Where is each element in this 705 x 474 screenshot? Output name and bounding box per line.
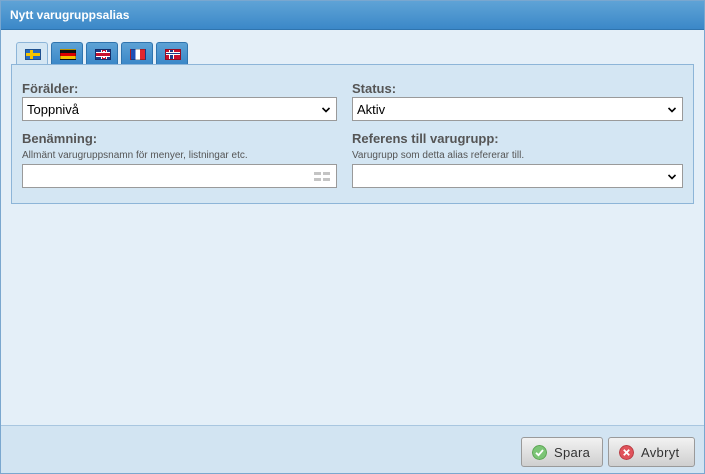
france-flag-icon	[130, 49, 146, 60]
tab-english[interactable]	[86, 42, 118, 64]
tab-french[interactable]	[121, 42, 153, 64]
save-button-label: Spara	[554, 445, 591, 460]
chevron-down-icon	[322, 107, 330, 113]
parent-select-value: Toppnivå	[27, 102, 80, 117]
reference-hint: Varugrupp som detta alias refererar till…	[352, 150, 525, 161]
chevron-down-icon	[668, 174, 676, 180]
reference-select[interactable]	[352, 164, 683, 188]
dialog-titlebar[interactable]: Nytt varugruppsalias	[1, 1, 704, 30]
save-button[interactable]: Spara	[521, 437, 603, 467]
close-icon	[619, 445, 634, 460]
germany-flag-icon	[60, 49, 76, 60]
norway-flag-icon	[165, 49, 181, 60]
dialog-title: Nytt varugruppsalias	[10, 8, 130, 22]
form-panel: Förälder: Toppnivå Status: Aktiv Benämni…	[11, 64, 694, 204]
reference-label: Referens till varugrupp:	[352, 131, 499, 146]
dialog-window: Nytt varugruppsalias Förälder: Toppnivå …	[0, 0, 705, 474]
check-icon	[532, 445, 547, 460]
name-input[interactable]	[22, 164, 337, 188]
status-label: Status:	[352, 81, 397, 96]
status-select-value: Aktiv	[357, 102, 386, 117]
parent-label: Förälder:	[22, 81, 79, 96]
name-hint: Allmänt varugruppsnamn för menyer, listn…	[22, 150, 248, 161]
chevron-down-icon	[668, 107, 676, 113]
tab-german[interactable]	[51, 42, 83, 64]
name-label: Benämning:	[22, 131, 98, 146]
tab-swedish[interactable]	[16, 42, 48, 65]
cancel-button-label: Avbryt	[641, 445, 680, 460]
sweden-flag-icon	[25, 49, 41, 60]
tab-norwegian[interactable]	[156, 42, 188, 64]
translation-grid-icon[interactable]	[314, 172, 330, 182]
parent-select[interactable]: Toppnivå	[22, 97, 337, 121]
cancel-button[interactable]: Avbryt	[608, 437, 695, 467]
dialog-footer: Spara Avbryt	[1, 425, 704, 473]
status-select[interactable]: Aktiv	[352, 97, 683, 121]
uk-flag-icon	[95, 49, 111, 60]
